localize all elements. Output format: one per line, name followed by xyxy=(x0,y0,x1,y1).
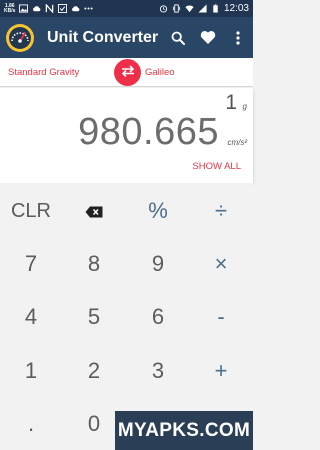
network-speed-unit: KB/s xyxy=(4,7,16,14)
backspace-icon xyxy=(85,198,103,224)
decimal-point-button[interactable]: . xyxy=(0,399,62,449)
signal-icon xyxy=(198,4,207,13)
checkbox-icon xyxy=(58,4,68,13)
output-value: 980.665 xyxy=(78,111,219,153)
swap-arrows-icon xyxy=(121,64,135,82)
cloud-icon xyxy=(32,4,41,13)
battery-icon xyxy=(211,4,220,13)
subtract-button[interactable]: - xyxy=(190,292,252,342)
add-button[interactable]: + xyxy=(190,346,252,396)
heart-icon[interactable] xyxy=(193,23,223,53)
app-bar: Unit Converter xyxy=(0,17,253,58)
digit-8-button[interactable]: 8 xyxy=(63,239,125,289)
percent-button[interactable]: % xyxy=(127,186,189,236)
keypad: CLR % ÷ 7 8 9 × 4 5 6 - 1 2 3 + . 0 xyxy=(0,183,253,450)
status-bar: 1.86 KB/s 12:03 xyxy=(0,0,253,17)
show-all-button[interactable]: SHOW ALL xyxy=(192,161,241,172)
digit-1-button[interactable]: 1 xyxy=(0,346,62,396)
more-horiz-icon xyxy=(84,4,94,13)
multiply-button[interactable]: × xyxy=(190,239,252,289)
alarm-icon xyxy=(159,4,168,13)
conversion-display: 1 g 980.665 cm/s² SHOW ALL xyxy=(0,88,253,183)
digit-6-button[interactable]: 6 xyxy=(127,292,189,342)
speedometer-logo-icon xyxy=(5,23,35,53)
cloud-icon-2 xyxy=(71,4,80,13)
network-speed: 1.86 KB/s xyxy=(4,3,16,14)
output-unit: cm/s² xyxy=(227,138,247,147)
divide-button[interactable]: ÷ xyxy=(190,186,252,236)
app-title: Unit Converter xyxy=(47,28,159,46)
input-value: 1 xyxy=(225,91,237,114)
from-unit-selector[interactable]: Standard Gravity xyxy=(8,67,79,78)
vibrate-icon xyxy=(172,4,181,13)
swap-units-button[interactable] xyxy=(114,59,141,86)
clock-time: 12:03 xyxy=(223,3,249,14)
n-icon xyxy=(45,4,54,13)
more-vert-icon[interactable] xyxy=(223,23,253,53)
to-unit-selector[interactable]: Galileo xyxy=(145,67,175,78)
digit-7-button[interactable]: 7 xyxy=(0,239,62,289)
wifi-icon xyxy=(185,4,194,13)
digit-3-button[interactable]: 3 xyxy=(127,346,189,396)
search-icon[interactable] xyxy=(163,23,193,53)
input-unit: g xyxy=(242,102,247,111)
image-icon xyxy=(19,4,29,13)
digit-9-button[interactable]: 9 xyxy=(127,239,189,289)
digit-4-button[interactable]: 4 xyxy=(0,292,62,342)
digit-2-button[interactable]: 2 xyxy=(63,346,125,396)
unit-selector-row: Standard Gravity Galileo xyxy=(0,58,253,87)
digit-5-button[interactable]: 5 xyxy=(63,292,125,342)
backspace-button[interactable] xyxy=(63,186,125,236)
watermark: MYAPKS.COM xyxy=(115,411,253,450)
clear-button[interactable]: CLR xyxy=(0,186,62,236)
